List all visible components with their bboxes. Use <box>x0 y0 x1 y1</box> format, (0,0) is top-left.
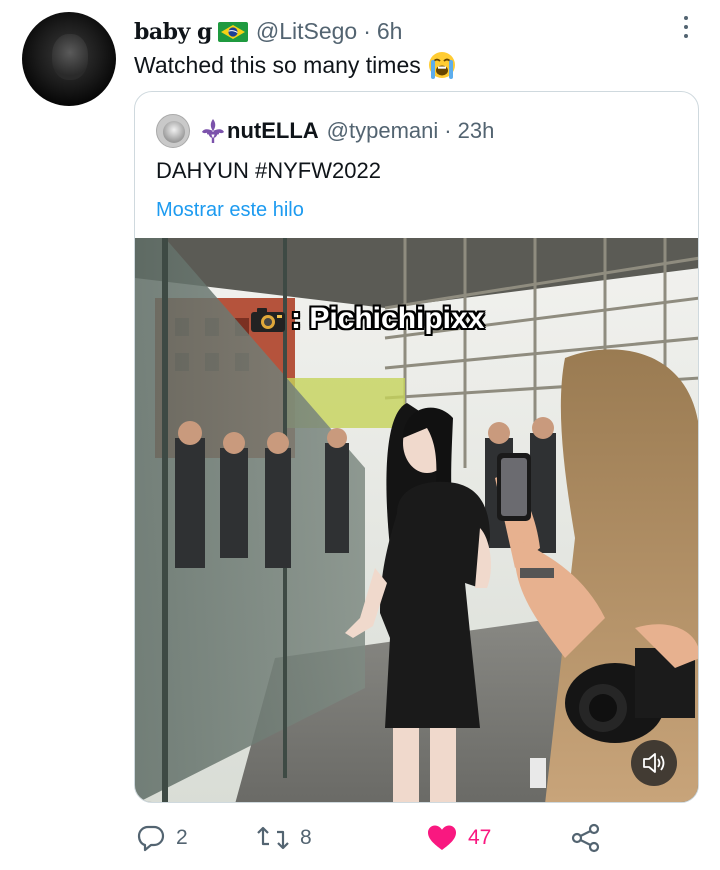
retweet-icon <box>257 826 289 850</box>
share-icon <box>571 823 600 853</box>
fleur-de-lis-icon <box>202 119 224 143</box>
quoted-timestamp[interactable]: 23h <box>458 118 495 144</box>
tweet-action-bar: 2 8 47 <box>134 820 614 856</box>
quoted-tweet-text: DAHYUN #NYFW2022 <box>156 158 381 183</box>
separator-dot: · <box>363 18 371 44</box>
quoted-tweet-header: nutELLA @typemani · 23h <box>156 114 494 148</box>
show-thread-link[interactable]: Mostrar este hilo <box>156 199 304 222</box>
reply-count: 2 <box>176 826 188 849</box>
author-avatar[interactable] <box>22 12 116 106</box>
mute-toggle-button[interactable] <box>631 740 677 786</box>
camera-icon <box>251 308 285 332</box>
quoted-avatar-image <box>163 121 185 143</box>
heart-icon <box>428 825 456 850</box>
video-caption-overlay: : Pichichipixx <box>249 302 484 336</box>
loudly-crying-face-emoji <box>428 52 455 79</box>
share-action[interactable] <box>570 820 602 856</box>
quoted-handle[interactable]: @typemani <box>327 118 439 144</box>
tweet-header: baby g @LitSego · 6h <box>134 18 402 45</box>
author-handle[interactable]: @LitSego <box>256 18 357 45</box>
brazil-flag-icon <box>217 21 248 42</box>
video-caption-text: : Pichichipixx <box>291 302 485 335</box>
quoted-display-name[interactable]: nutELLA <box>227 118 319 144</box>
separator-dot: · <box>444 118 452 143</box>
more-options-icon[interactable] <box>680 14 692 40</box>
tweet-text: Watched this so many times <box>134 50 457 80</box>
quoted-author-avatar[interactable] <box>156 114 190 148</box>
retweet-count: 8 <box>300 826 312 849</box>
more-dot <box>684 34 688 38</box>
author-display-name[interactable]: baby g <box>134 19 212 45</box>
speaker-muted-icon <box>643 753 665 773</box>
reply-icon <box>137 825 165 852</box>
like-action[interactable]: 47 <box>426 820 491 856</box>
like-count: 47 <box>468 826 492 849</box>
retweet-action[interactable]: 8 <box>256 820 312 856</box>
avatar-face <box>52 34 88 80</box>
more-dot <box>684 25 688 29</box>
quoted-tweet-card[interactable]: nutELLA @typemani · 23h DAHYUN #NYFW2022… <box>134 91 699 803</box>
tweet-text-content: Watched this so many times <box>134 51 421 78</box>
reply-action[interactable]: 2 <box>136 820 188 856</box>
tweet-timestamp[interactable]: 6h <box>377 18 403 45</box>
more-dot <box>684 16 688 20</box>
video-player[interactable]: : Pichichipixx <box>135 238 698 802</box>
